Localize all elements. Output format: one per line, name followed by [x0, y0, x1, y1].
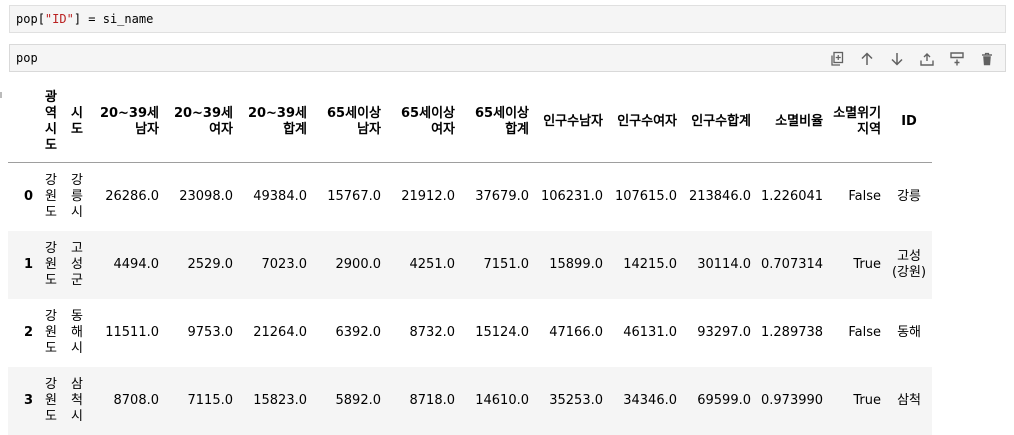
column-header: 소멸위기지역: [828, 82, 887, 163]
table-cell: 1.226041: [761, 188, 824, 204]
table-cell: 15767.0: [327, 188, 381, 204]
column-header: 광역시도: [38, 82, 64, 163]
table-cell: 0.707314: [761, 256, 824, 272]
code-rest: ] = si_name: [73, 12, 154, 26]
code-cell-assign-id[interactable]: pop["ID"] = si_name: [9, 5, 1006, 33]
dataframe-body: 0 강원도 강릉시 26286.0 23098.0 49384.0 15767.…: [8, 162, 933, 435]
table-row: 0 강원도 강릉시 26286.0 23098.0 49384.0 15767.…: [8, 162, 933, 231]
column-header: 소멸비율: [756, 82, 829, 163]
table-cell: 0.973990: [761, 392, 824, 408]
index-header: [8, 82, 38, 163]
table-cell: 30114.0: [697, 256, 751, 272]
row-index: 1: [23, 256, 33, 272]
duplicate-icon[interactable]: [825, 49, 849, 69]
table-cell: 삼척시: [71, 376, 83, 424]
table-cell: True: [853, 256, 882, 272]
table-cell: 8732.0: [409, 324, 456, 340]
column-header: 20~39세 합계: [238, 82, 312, 163]
table-cell: 7151.0: [483, 256, 530, 272]
table-cell: 106231.0: [540, 188, 603, 204]
column-header: 20~39세 남자: [90, 82, 164, 163]
table-cell: 8718.0: [409, 392, 456, 408]
table-cell: 1.289738: [761, 324, 824, 340]
table-cell: 강원도: [45, 172, 57, 220]
code-bracket-open: [: [37, 12, 45, 26]
table-cell: 15899.0: [549, 256, 603, 272]
output-collapse-marker[interactable]: [0, 92, 2, 98]
table-cell: 7115.0: [187, 392, 234, 408]
table-cell: 동해시: [71, 308, 83, 356]
table-cell: 107615.0: [614, 188, 677, 204]
column-header: 20~39세 여자: [164, 82, 238, 163]
code-cell-display-pop[interactable]: pop: [9, 44, 1006, 72]
column-header: ID: [886, 82, 933, 163]
table-cell: 37679.0: [475, 188, 529, 204]
row-index: 2: [23, 324, 33, 340]
table-cell: 15124.0: [475, 324, 529, 340]
code-var: pop: [16, 12, 38, 26]
code-line[interactable]: pop: [16, 51, 38, 65]
table-cell: 7023.0: [261, 256, 308, 272]
table-cell: 강원도: [45, 376, 57, 424]
table-row: 1 강원도 고성군 4494.0 2529.0 7023.0 2900.0 42…: [8, 230, 933, 299]
dataframe-header: 광역시도 시도 20~39세 남자 20~39세 여자 20~39세 합계 65…: [8, 82, 933, 163]
table-cell: 4494.0: [113, 256, 160, 272]
table-cell: 35253.0: [549, 392, 603, 408]
table-cell: False: [848, 188, 882, 204]
table-cell: 강원도: [45, 240, 57, 288]
table-cell: 26286.0: [105, 188, 159, 204]
table-cell: 14610.0: [475, 392, 529, 408]
cell-toolbar: [825, 49, 999, 69]
table-cell: 93297.0: [697, 324, 751, 340]
table-cell: 21912.0: [401, 188, 455, 204]
column-header: 인구수남자: [534, 82, 608, 163]
table-cell: 11511.0: [105, 324, 159, 340]
table-cell: 강릉시: [71, 172, 83, 220]
table-cell: 강릉: [897, 188, 921, 204]
delete-icon[interactable]: [975, 49, 999, 69]
column-header: 65세이상 여자: [386, 82, 460, 163]
table-cell: 9753.0: [187, 324, 234, 340]
table-cell: 14215.0: [623, 256, 677, 272]
code-line[interactable]: pop["ID"] = si_name: [16, 12, 153, 26]
table-cell: 23098.0: [179, 188, 233, 204]
table-cell: 삼척: [897, 392, 921, 408]
table-cell: 5892.0: [335, 392, 382, 408]
code-string-key: "ID": [44, 12, 74, 26]
table-cell: 213846.0: [688, 188, 751, 204]
table-cell: 49384.0: [253, 188, 307, 204]
row-index: 0: [23, 188, 33, 204]
table-row: 3 강원도 삼척시 8708.0 7115.0 15823.0 5892.0 8…: [8, 366, 933, 435]
table-cell: 46131.0: [623, 324, 677, 340]
row-index: 3: [23, 392, 33, 408]
table-cell: 15823.0: [253, 392, 307, 408]
move-down-icon[interactable]: [885, 49, 909, 69]
table-cell: 2900.0: [335, 256, 382, 272]
dataframe-output: 광역시도 시도 20~39세 남자 20~39세 여자 20~39세 합계 65…: [8, 82, 933, 435]
table-cell: 동해: [897, 324, 921, 340]
move-up-icon[interactable]: [855, 49, 879, 69]
table-cell: 34346.0: [623, 392, 677, 408]
column-header: 인구수여자: [608, 82, 682, 163]
table-cell: 2529.0: [187, 256, 234, 272]
column-header: 65세이상 합계: [460, 82, 534, 163]
table-cell: 4251.0: [409, 256, 456, 272]
table-cell: 47166.0: [549, 324, 603, 340]
table-row: 2 강원도 동해시 11511.0 9753.0 21264.0 6392.0 …: [8, 298, 933, 367]
table-cell: 강원도: [45, 308, 57, 356]
column-header: 시도: [64, 82, 90, 163]
insert-above-icon[interactable]: [915, 49, 939, 69]
table-cell: 6392.0: [335, 324, 382, 340]
table-cell: 고성군: [71, 240, 83, 288]
table-cell: True: [853, 392, 882, 408]
table-cell: False: [848, 324, 882, 340]
table-cell: 21264.0: [253, 324, 307, 340]
table-cell: 고성(강원): [891, 248, 927, 280]
header-row: 광역시도 시도 20~39세 남자 20~39세 여자 20~39세 합계 65…: [8, 82, 933, 163]
table-cell: 69599.0: [697, 392, 751, 408]
table-cell: 8708.0: [113, 392, 160, 408]
column-header: 65세이상 남자: [312, 82, 386, 163]
insert-below-icon[interactable]: [945, 49, 969, 69]
column-header: 인구수합계: [682, 82, 756, 163]
